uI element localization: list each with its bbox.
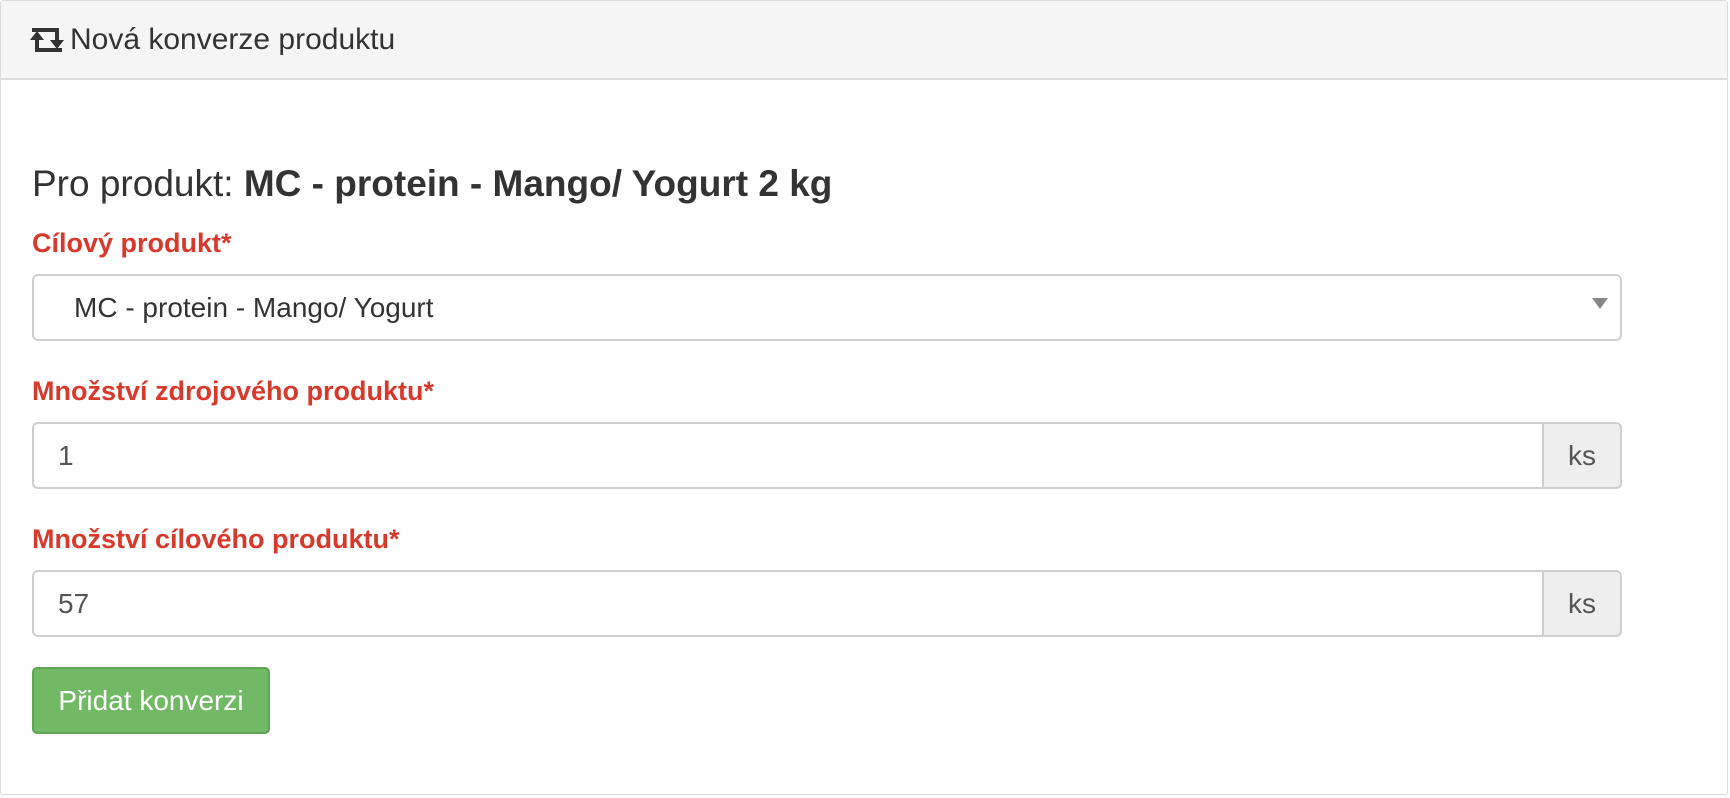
source-quantity-input[interactable]: [32, 422, 1542, 489]
target-quantity-label: Množství cílového produktu*: [32, 524, 400, 554]
source-quantity-unit: ks: [1542, 422, 1622, 489]
source-product-name: MC - protein - Mango/ Yogurt 2 kg: [243, 163, 833, 204]
target-product-label: Cílový produkt*: [32, 228, 232, 258]
target-product-selected-value: MC - protein - Mango/ Yogurt: [74, 291, 434, 323]
target-product-select[interactable]: MC - protein - Mango/ Yogurt: [32, 274, 1622, 341]
panel-title: Nová konverze produktu: [70, 22, 396, 56]
target-quantity-unit: ks: [1542, 570, 1622, 637]
source-product-heading: Pro produkt: MC - protein - Mango/ Yogur…: [32, 163, 832, 205]
target-quantity-group: ks: [32, 570, 1622, 637]
source-quantity-group: ks: [32, 422, 1622, 489]
add-conversion-button[interactable]: Přidat konverzi: [32, 667, 270, 734]
caret-down-icon: [1592, 298, 1608, 309]
retweet-icon: [27, 25, 67, 55]
panel-heading: Nová konverze produktu: [1, 1, 1727, 80]
source-product-prefix: Pro produkt:: [32, 163, 244, 204]
source-quantity-label: Množství zdrojového produktu*: [32, 376, 434, 406]
target-quantity-input[interactable]: [32, 570, 1542, 637]
conversion-panel: Nová konverze produktu Pro produkt: MC -…: [0, 0, 1728, 795]
